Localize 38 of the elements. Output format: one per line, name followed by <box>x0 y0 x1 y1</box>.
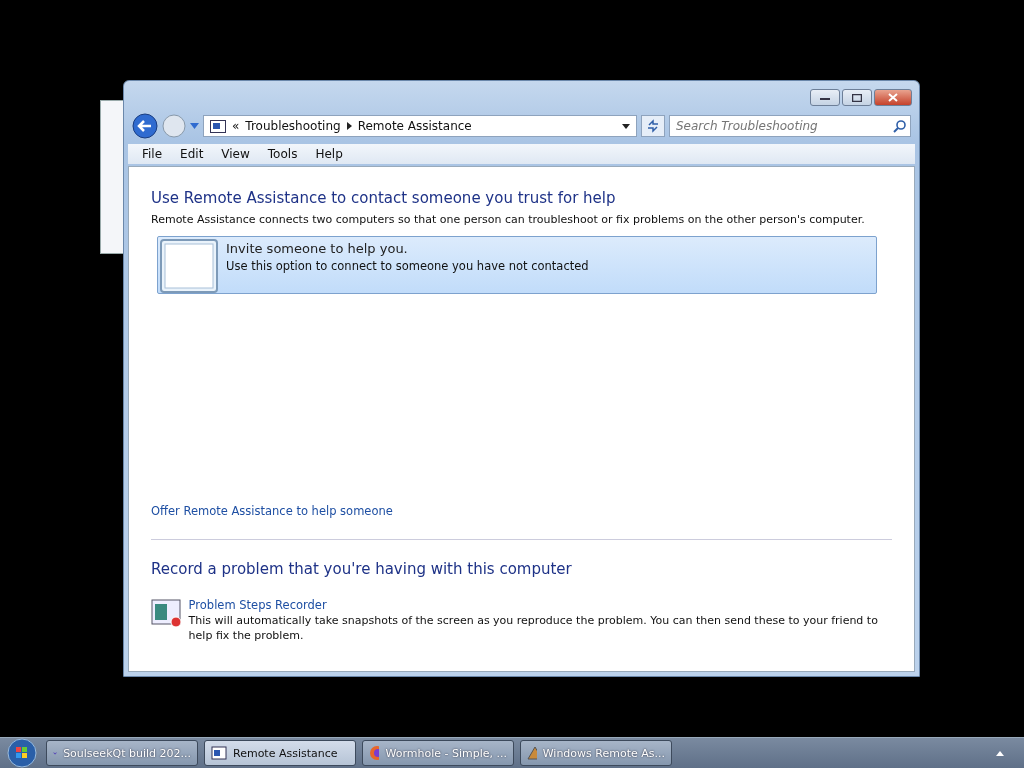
description-text: Remote Assistance connects two computers so that one person can troubleshoot or fix problems on the other person's computer. <box>151 213 866 226</box>
separator-icon <box>346 122 352 130</box>
search-icon[interactable] <box>893 119 906 133</box>
offer-link[interactable]: Offer Remote Assistance to help someone <box>151 504 393 518</box>
maximize-button[interactable] <box>842 89 872 106</box>
maximize-icon <box>852 93 862 102</box>
menu-item[interactable]: Edit <box>172 145 212 163</box>
window-icon <box>211 746 227 760</box>
breadcrumb-item[interactable]: Remote Assistance <box>357 119 472 133</box>
cone-icon <box>527 746 537 760</box>
section-heading: Use Remote Assistance to contact someone you trust for help <box>151 189 617 207</box>
blank-tile-icon <box>160 239 218 293</box>
close-icon <box>888 93 898 102</box>
option-subtitle: Use this option to connect to someone you have not contacted <box>226 259 589 273</box>
tray-arrow-icon[interactable] <box>996 750 1004 756</box>
recorder-icon <box>151 598 181 628</box>
back-icon[interactable] <box>132 113 158 139</box>
refresh-button[interactable] <box>641 115 665 137</box>
control-panel-icon <box>210 119 226 133</box>
dropdown-icon[interactable] <box>622 123 630 129</box>
invite-option[interactable]: Invite someone to help you. Use this option to connect to someone you have not contacted <box>157 236 877 294</box>
refresh-icon <box>646 119 660 133</box>
section-heading: Record a problem that you're having with this computer <box>151 560 573 578</box>
menu-item[interactable]: View <box>213 145 258 163</box>
close-button[interactable] <box>874 89 912 106</box>
menu-item[interactable]: Help <box>307 145 351 163</box>
breadcrumb-item[interactable]: Troubleshooting <box>245 119 341 133</box>
recorder-description: This will automatically take snapshots of the screen as you reproduce the problem. You can then send these to your friend to help fix the problem. <box>188 613 879 643</box>
menu-item[interactable]: File <box>134 145 171 163</box>
menu-item[interactable]: Tools <box>259 145 306 163</box>
option-title: Invite someone to help you. <box>226 241 409 256</box>
overflow-mark[interactable]: « <box>232 119 240 133</box>
address-bar[interactable]: « Troubleshooting Remote Assistance <box>203 115 637 137</box>
start-button[interactable] <box>4 738 40 768</box>
minimize-button[interactable] <box>810 89 840 106</box>
taskbar-button[interactable]: Remote Assistance <box>204 740 356 766</box>
search-field[interactable]: Search Troubleshooting <box>669 115 911 137</box>
recorder-link[interactable]: Problem Steps Recorder <box>188 598 892 612</box>
